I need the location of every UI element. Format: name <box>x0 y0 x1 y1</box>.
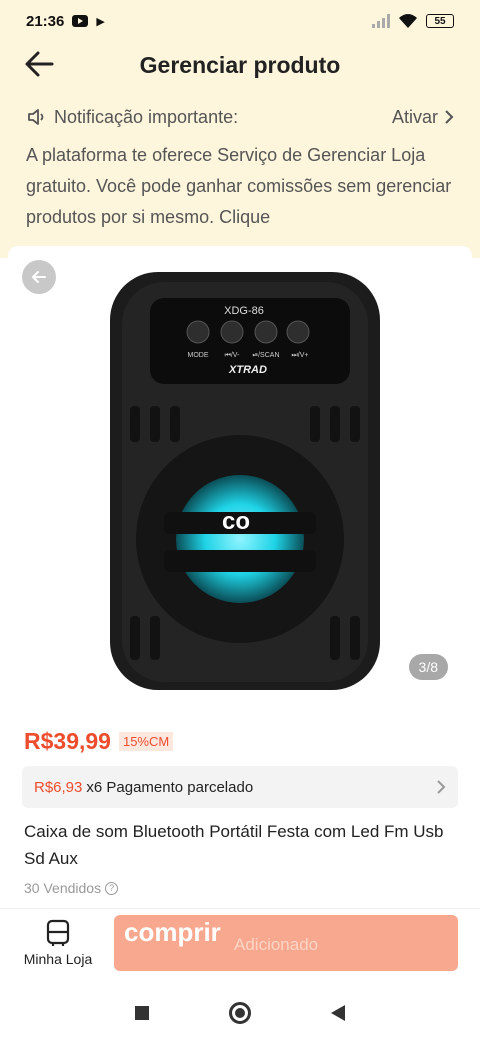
speaker-button-mode: MODE <box>188 352 209 359</box>
buy-label: comprir <box>124 917 221 947</box>
back-button[interactable] <box>331 1005 345 1021</box>
speaker-button-next: ⏭/V+ <box>291 352 308 359</box>
play-icon: ▶ <box>96 15 105 28</box>
installment-amount: R$6,93 <box>34 778 83 796</box>
sold-count-label: 30 Vendidos <box>24 880 102 896</box>
back-arrow-icon <box>31 271 46 283</box>
product-image-carousel[interactable]: XDG-86 MODE ⏮/V- ⏯/SCAN ⏭/V+ XTRAD co 3/… <box>8 246 472 706</box>
buy-button[interactable]: Adicionado comprir <box>114 915 458 971</box>
carousel-back-button[interactable] <box>22 260 56 294</box>
notice-text: A plataforma te oferece Serviço de Geren… <box>26 145 452 227</box>
commission-badge: 15%CM <box>118 732 174 751</box>
my-store-label: Minha Loja <box>23 951 93 967</box>
page-title: Gerenciar produto <box>139 51 341 78</box>
bottom-action-bar: Minha Loja Adicionado comprir <box>0 908 480 984</box>
status-time: 21:36 <box>26 12 65 30</box>
help-icon[interactable]: ? <box>105 881 119 895</box>
store-icon <box>46 919 70 946</box>
speaker-brand-label: XTRAD <box>228 364 267 376</box>
product-name: Caixa de som Bluetooth Portátil Festa co… <box>24 822 444 868</box>
product-price: R$39,99 <box>24 728 111 754</box>
product-image: XDG-86 MODE ⏮/V- ⏯/SCAN ⏭/V+ XTRAD <box>110 272 380 690</box>
overlay-text: co <box>222 508 251 535</box>
chevron-right-icon <box>437 780 446 794</box>
recents-button[interactable] <box>135 1006 149 1020</box>
chevron-right-icon <box>445 110 454 124</box>
speaker-button-prev: ⏮/V- <box>225 352 241 359</box>
signal-icon <box>372 14 390 28</box>
added-label: Adicionado <box>234 935 319 954</box>
battery-icon: 55 <box>426 14 454 28</box>
notice-activate-link[interactable]: Ativar <box>392 107 454 128</box>
sold-count: 30 Vendidos ? <box>24 880 119 896</box>
system-nav-bar <box>0 984 480 1042</box>
installment-text: x6 Pagamento parcelado <box>86 778 254 796</box>
notice-header: Notificação importante: Ativar <box>26 106 454 128</box>
speaker-icon <box>28 109 44 125</box>
status-bar: 21:36 ▶ 55 <box>0 0 480 42</box>
installment-row[interactable]: R$6,93 x6 Pagamento parcelado <box>22 766 458 808</box>
speaker-button-scan: ⏯/SCAN <box>253 352 280 359</box>
page-header: Gerenciar produto <box>0 42 480 88</box>
notice-banner[interactable]: Notificação importante: Ativar A platafo… <box>0 88 480 258</box>
home-button[interactable] <box>229 1002 251 1024</box>
image-counter: 3/8 <box>408 654 448 680</box>
notice-label: Notificação importante: <box>54 106 239 127</box>
back-arrow-icon[interactable] <box>22 46 58 82</box>
notice-activate-label: Ativar <box>391 106 438 127</box>
wifi-icon <box>399 14 417 28</box>
speaker-model-label: XDG-86 <box>224 305 264 317</box>
my-store-button[interactable]: Minha Loja <box>18 919 98 967</box>
youtube-icon <box>72 15 89 27</box>
price-row: R$39,99 15%CM <box>24 728 174 755</box>
status-right: 55 <box>372 13 454 29</box>
